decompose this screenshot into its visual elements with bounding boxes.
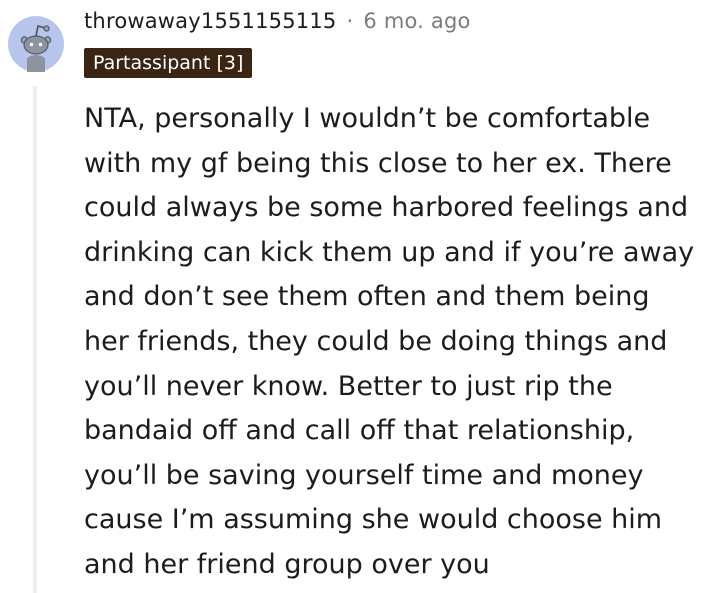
- comment-body: NTA, personally I wouldn’t be comfortabl…: [84, 103, 695, 580]
- comment-timestamp[interactable]: 6 mo. ago: [363, 9, 470, 33]
- username-link[interactable]: throwaway1551155115: [84, 9, 337, 33]
- comment: throwaway1551155115 · 6 mo. ago Partassi…: [0, 0, 717, 593]
- user-avatar[interactable]: [8, 16, 64, 72]
- snoo-avatar-icon: [8, 16, 64, 72]
- user-flair-badge: Partassipant [3]: [84, 48, 253, 78]
- comment-meta: throwaway1551155115 · 6 mo. ago: [84, 6, 471, 36]
- thread-collapse-line[interactable]: [33, 86, 37, 593]
- meta-separator: ·: [346, 9, 354, 33]
